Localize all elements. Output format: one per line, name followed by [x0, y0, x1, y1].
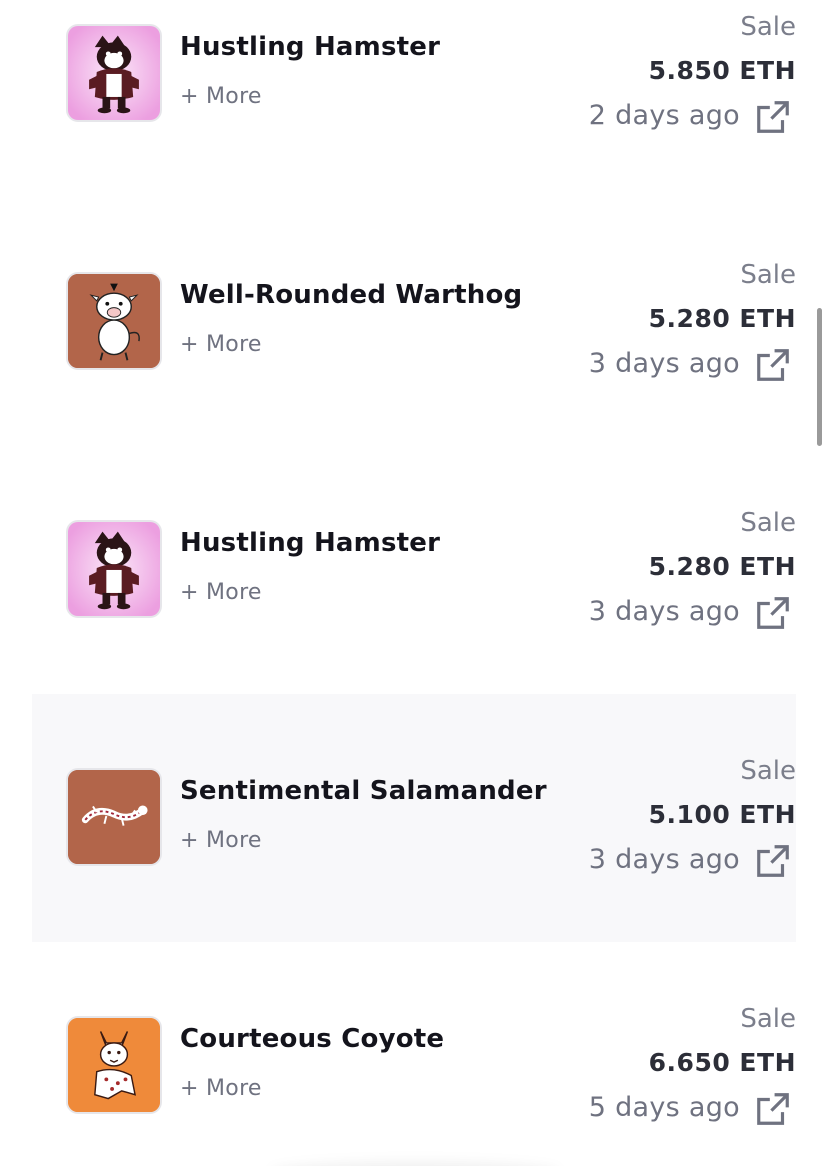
price: 5.100 ETH: [648, 800, 796, 829]
price: 5.280 ETH: [648, 552, 796, 581]
more-link[interactable]: + More: [180, 332, 262, 357]
timestamp: 5 days ago: [588, 1092, 740, 1123]
event-type: Sale: [740, 1004, 796, 1034]
event-type: Sale: [740, 508, 796, 538]
activity-row[interactable]: Courteous Coyote + More Sale 6.650 ETH 5…: [32, 992, 796, 1166]
nft-name[interactable]: Well-Rounded Warthog: [180, 280, 522, 310]
timestamp: 3 days ago: [588, 596, 740, 627]
external-link-icon[interactable]: [754, 346, 792, 384]
event-type: Sale: [740, 756, 796, 786]
coyote-illustration: [68, 1018, 160, 1112]
scrollbar[interactable]: [817, 308, 822, 446]
hamster-avatar[interactable]: [66, 520, 162, 618]
event-type: Sale: [740, 260, 796, 290]
salamander-avatar[interactable]: [66, 768, 162, 866]
external-link-icon[interactable]: [754, 594, 792, 632]
more-link[interactable]: + More: [180, 828, 262, 853]
activity-row[interactable]: Well-Rounded Warthog + More Sale 5.280 E…: [32, 248, 796, 496]
external-link-icon[interactable]: [754, 842, 792, 880]
timestamp: 3 days ago: [588, 348, 740, 379]
hamster-avatar[interactable]: [66, 24, 162, 122]
activity-row-highlighted[interactable]: Sentimental Salamander + More Sale 5.100…: [32, 694, 796, 942]
event-type: Sale: [740, 12, 796, 42]
warthog-avatar[interactable]: [66, 272, 162, 370]
more-link[interactable]: + More: [180, 1076, 262, 1101]
more-link[interactable]: + More: [180, 580, 262, 605]
timestamp: 3 days ago: [588, 844, 740, 875]
nft-name[interactable]: Hustling Hamster: [180, 528, 440, 558]
salamander-illustration: [68, 770, 160, 864]
coyote-avatar[interactable]: [66, 1016, 162, 1114]
price: 5.850 ETH: [648, 56, 796, 85]
activity-page: Hustling Hamster + More Sale 5.850 ETH 2…: [0, 0, 828, 1166]
hamster-illustration: [68, 26, 160, 120]
more-link[interactable]: + More: [180, 84, 262, 109]
timestamp: 2 days ago: [588, 100, 740, 131]
activity-row[interactable]: Hustling Hamster + More Sale 5.850 ETH 2…: [32, 0, 796, 248]
warthog-illustration: [68, 274, 160, 368]
external-link-icon[interactable]: [754, 1090, 792, 1128]
nft-name[interactable]: Sentimental Salamander: [180, 776, 547, 806]
external-link-icon[interactable]: [754, 98, 792, 136]
price: 6.650 ETH: [648, 1048, 796, 1077]
nft-name[interactable]: Courteous Coyote: [180, 1024, 444, 1054]
nft-name[interactable]: Hustling Hamster: [180, 32, 440, 62]
price: 5.280 ETH: [648, 304, 796, 333]
hamster-illustration: [68, 522, 160, 616]
